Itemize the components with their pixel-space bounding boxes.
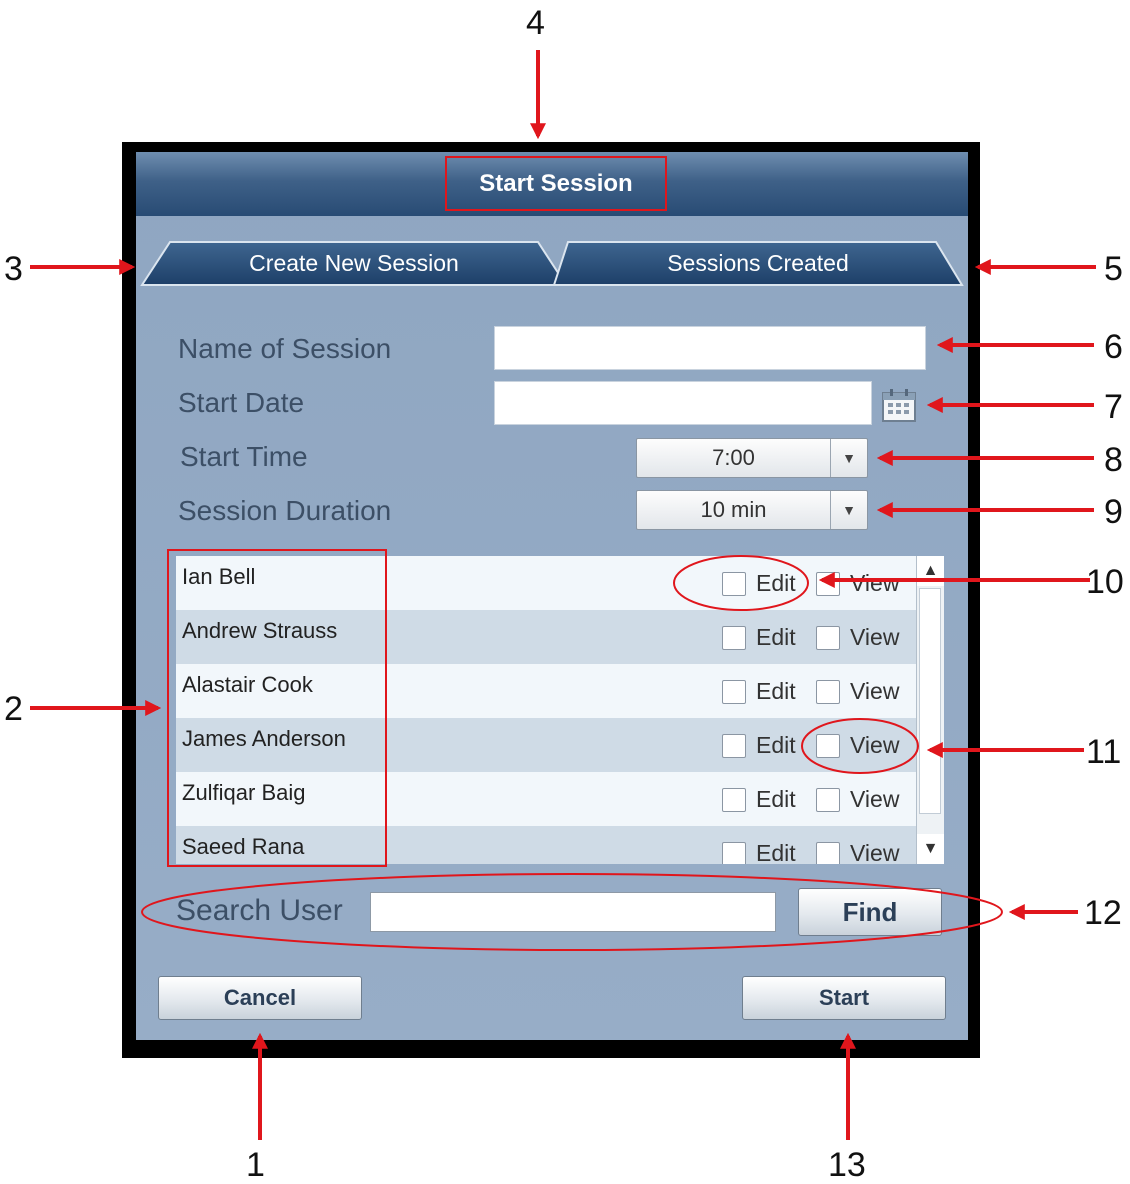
callout-5: 5 [1104, 250, 1123, 288]
user-list-scrollbar[interactable]: ▲ ▼ [916, 556, 944, 864]
calendar-icon[interactable] [880, 388, 918, 424]
view-label: View [850, 840, 900, 864]
scroll-down-icon[interactable]: ▼ [917, 834, 944, 864]
user-row: Ian Bell Edit View [176, 556, 916, 610]
chevron-down-icon[interactable]: ▼ [830, 491, 867, 529]
view-permission[interactable]: View [816, 786, 899, 813]
start-time-value: 7:00 [712, 445, 755, 470]
start-button[interactable]: Start [742, 976, 946, 1020]
user-row: Saeed Rana Edit View [176, 826, 916, 864]
start-date-input[interactable] [494, 381, 872, 425]
callout-2: 2 [4, 690, 23, 728]
tab-created-label: Sessions Created [667, 249, 849, 276]
scroll-up-icon[interactable]: ▲ [917, 556, 944, 586]
callout-12: 12 [1084, 894, 1122, 932]
callout-1: 1 [246, 1146, 265, 1184]
edit-checkbox[interactable] [722, 625, 746, 650]
edit-label: Edit [756, 570, 796, 596]
session-duration-dropdown[interactable]: 10 min ▼ [636, 490, 868, 530]
callout-7: 7 [1104, 388, 1123, 426]
view-checkbox[interactable] [816, 571, 840, 596]
user-name: Zulfiqar Baig [182, 780, 306, 805]
callout-8: 8 [1104, 441, 1123, 479]
callout-10: 10 [1086, 563, 1124, 601]
edit-permission[interactable]: Edit [722, 732, 796, 759]
callout-9: 9 [1104, 493, 1123, 531]
user-name: Saeed Rana [182, 834, 305, 859]
edit-label: Edit [756, 840, 796, 864]
user-name: Alastair Cook [182, 672, 313, 697]
tab-sessions-created[interactable]: Sessions Created [552, 240, 964, 286]
view-permission[interactable]: View [816, 732, 899, 759]
view-label: View [850, 570, 900, 596]
edit-label: Edit [756, 732, 796, 758]
edit-permission[interactable]: Edit [722, 570, 796, 597]
view-permission[interactable]: View [816, 678, 899, 705]
view-checkbox[interactable] [816, 625, 840, 650]
session-name-label: Name of Session [178, 333, 392, 364]
user-row: Zulfiqar Baig Edit View [176, 772, 916, 826]
session-duration-label: Session Duration [178, 495, 392, 526]
edit-checkbox[interactable] [722, 679, 746, 704]
edit-checkbox[interactable] [722, 733, 746, 758]
view-permission[interactable]: View [816, 840, 899, 864]
edit-label: Edit [756, 786, 796, 812]
view-label: View [850, 732, 900, 758]
edit-permission[interactable]: Edit [722, 624, 796, 651]
chevron-down-icon[interactable]: ▼ [830, 439, 867, 477]
callout-6: 6 [1104, 328, 1123, 366]
user-name: Andrew Strauss [182, 618, 338, 643]
dialog-title: Start Session [479, 170, 633, 197]
edit-checkbox[interactable] [722, 787, 746, 812]
tab-create-label: Create New Session [249, 249, 459, 276]
view-permission[interactable]: View [816, 570, 899, 597]
edit-label: Edit [756, 624, 796, 650]
user-row: Andrew Strauss Edit View [176, 610, 916, 664]
view-label: View [850, 624, 900, 650]
scroll-thumb[interactable] [919, 588, 941, 814]
find-button[interactable]: Find [798, 888, 942, 936]
user-row: Alastair Cook Edit View [176, 664, 916, 718]
edit-permission[interactable]: Edit [722, 840, 796, 864]
tab-create-new-session[interactable]: Create New Session [140, 240, 568, 286]
session-name-input[interactable] [494, 326, 926, 370]
session-duration-value: 10 min [700, 497, 767, 522]
view-checkbox[interactable] [816, 841, 840, 864]
view-checkbox[interactable] [816, 787, 840, 812]
callout-13: 13 [828, 1146, 866, 1184]
view-permission[interactable]: View [816, 624, 899, 651]
edit-permission[interactable]: Edit [722, 786, 796, 813]
user-row: James Anderson Edit View [176, 718, 916, 772]
edit-checkbox[interactable] [722, 571, 746, 596]
callout-4: 4 [526, 4, 545, 42]
search-user-input[interactable] [370, 892, 776, 932]
view-checkbox[interactable] [816, 679, 840, 704]
search-user-label: Search User [176, 894, 343, 927]
user-list: Ian Bell Edit View Andrew Strauss Edit V… [176, 556, 916, 864]
cancel-button[interactable]: Cancel [158, 976, 362, 1020]
edit-permission[interactable]: Edit [722, 678, 796, 705]
start-time-label: Start Time [180, 441, 308, 472]
start-time-dropdown[interactable]: 7:00 ▼ [636, 438, 868, 478]
view-checkbox[interactable] [816, 733, 840, 758]
start-date-label: Start Date [178, 387, 305, 418]
user-name: James Anderson [182, 726, 346, 751]
view-label: View [850, 678, 900, 704]
edit-label: Edit [756, 678, 796, 704]
callout-3: 3 [4, 250, 23, 288]
user-name: Ian Bell [182, 564, 256, 589]
edit-checkbox[interactable] [722, 841, 746, 864]
view-label: View [850, 786, 900, 812]
callout-11: 11 [1086, 733, 1122, 771]
